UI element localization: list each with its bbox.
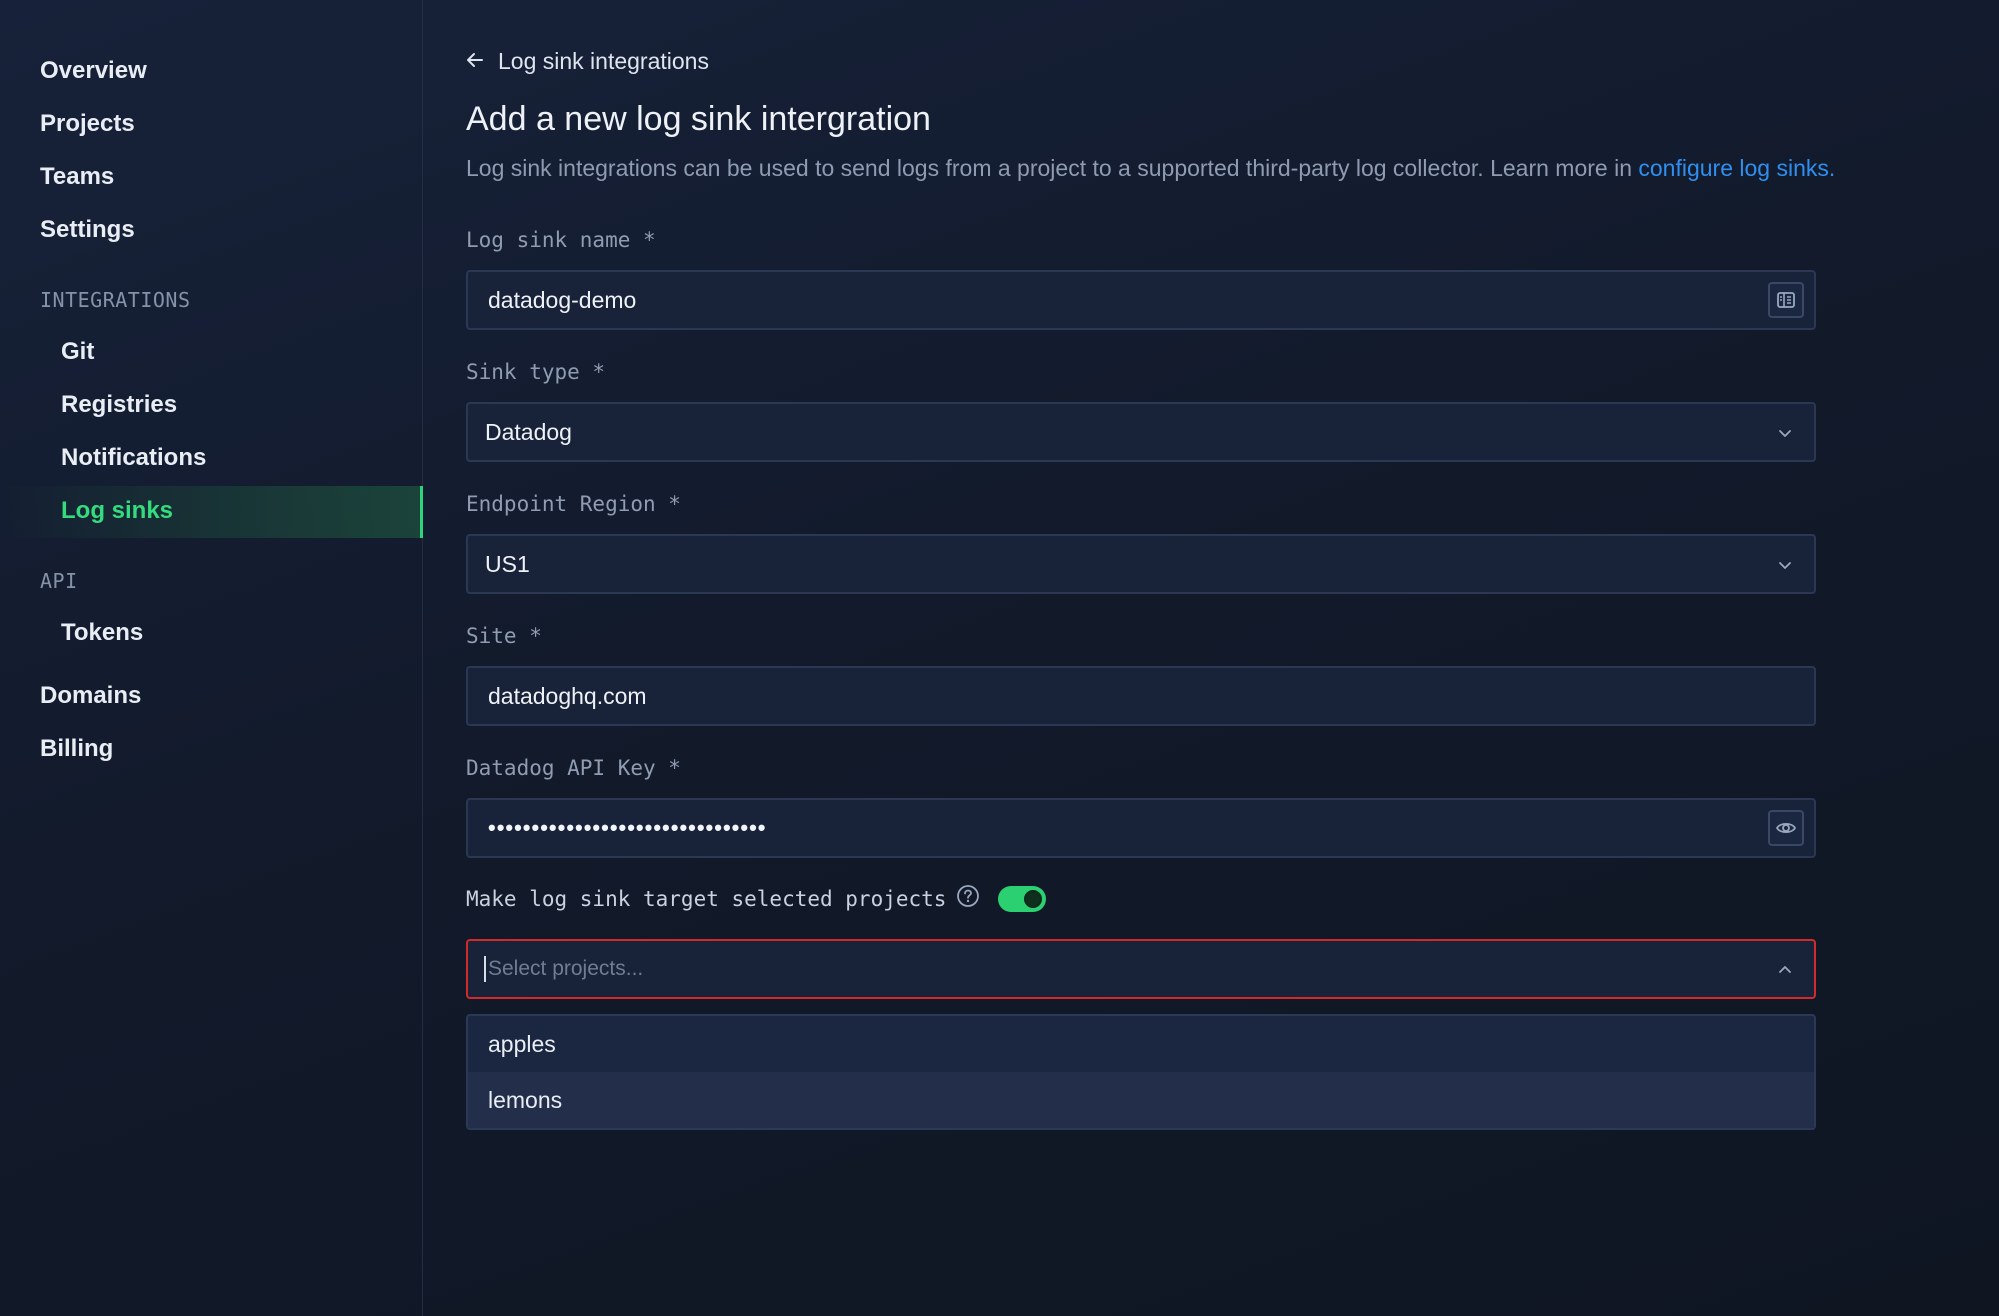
configure-log-sinks-link[interactable]: configure log sinks.: [1638, 155, 1835, 181]
endpoint-region-value: US1: [485, 550, 530, 577]
sidebar-item-billing[interactable]: Billing: [40, 734, 113, 764]
main-content: Log sink integrations Add a new log sink…: [424, 0, 1999, 1316]
sidebar-section-api: API: [40, 569, 78, 593]
chevron-up-icon: [1779, 966, 1791, 973]
back-link-label: Log sink integrations: [498, 48, 709, 74]
sidebar-item-registries[interactable]: Registries: [61, 390, 177, 420]
arrow-left-icon: [466, 48, 484, 75]
endpoint-region-select[interactable]: US1: [466, 534, 1816, 594]
api-key-masked-value: ••••••••••••••••••••••••••••••••: [488, 815, 767, 840]
project-option-apples[interactable]: apples: [468, 1016, 1814, 1072]
api-key-input[interactable]: ••••••••••••••••••••••••••••••••: [466, 798, 1816, 858]
log-sink-name-label: Log sink name *: [466, 228, 656, 252]
chevron-down-icon: [1779, 430, 1791, 437]
eye-icon[interactable]: [1768, 810, 1804, 846]
sidebar-item-domains[interactable]: Domains: [40, 681, 141, 711]
sidebar-item-notifications[interactable]: Notifications: [61, 443, 206, 473]
endpoint-region-label: Endpoint Region *: [466, 492, 681, 516]
api-key-label: Datadog API Key *: [466, 756, 681, 780]
sidebar-item-overview[interactable]: Overview: [40, 56, 147, 86]
project-option-lemons[interactable]: lemons: [468, 1072, 1814, 1128]
select-projects-placeholder: Select projects...: [488, 957, 644, 980]
sidebar-item-settings[interactable]: Settings: [40, 215, 135, 245]
sidebar-item-projects[interactable]: Projects: [40, 109, 135, 139]
target-projects-row: Make log sink target selected projects: [466, 884, 1047, 913]
sidebar: Overview Projects Teams Settings INTEGRA…: [0, 0, 423, 1316]
sidebar-section-integrations: INTEGRATIONS: [40, 288, 191, 312]
target-projects-toggle[interactable]: [998, 885, 1047, 912]
sink-type-label: Sink type *: [466, 360, 606, 384]
projects-dropdown: apples lemons: [466, 1014, 1816, 1130]
app-window: Overview Projects Teams Settings INTEGRA…: [0, 0, 1999, 1316]
log-sink-name-input[interactable]: datadog-demo: [466, 270, 1816, 330]
autofill-icon[interactable]: [1768, 282, 1804, 318]
log-sink-name-value: datadog-demo: [488, 286, 637, 313]
page-description: Log sink integrations can be used to sen…: [466, 155, 1835, 182]
sidebar-item-log-sinks[interactable]: Log sinks: [61, 496, 173, 526]
help-circle-icon[interactable]: [956, 884, 980, 913]
site-value: datadoghq.com: [488, 682, 647, 709]
toggle-knob: [1024, 889, 1043, 908]
sink-type-value: Datadog: [485, 418, 572, 445]
sidebar-item-tokens[interactable]: Tokens: [61, 618, 143, 648]
page-title: Add a new log sink intergration: [466, 100, 931, 138]
description-text: Log sink integrations can be used to sen…: [466, 155, 1639, 181]
sink-type-select[interactable]: Datadog: [466, 402, 1816, 462]
site-label: Site *: [466, 624, 542, 648]
chevron-down-icon: [1779, 562, 1791, 569]
sidebar-item-teams[interactable]: Teams: [40, 162, 114, 192]
target-projects-label: Make log sink target selected projects: [466, 886, 947, 911]
back-link[interactable]: Log sink integrations: [466, 48, 709, 75]
select-projects-input[interactable]: Select projects...: [466, 939, 1816, 999]
site-input[interactable]: datadoghq.com: [466, 666, 1816, 726]
sidebar-item-git[interactable]: Git: [61, 337, 94, 367]
